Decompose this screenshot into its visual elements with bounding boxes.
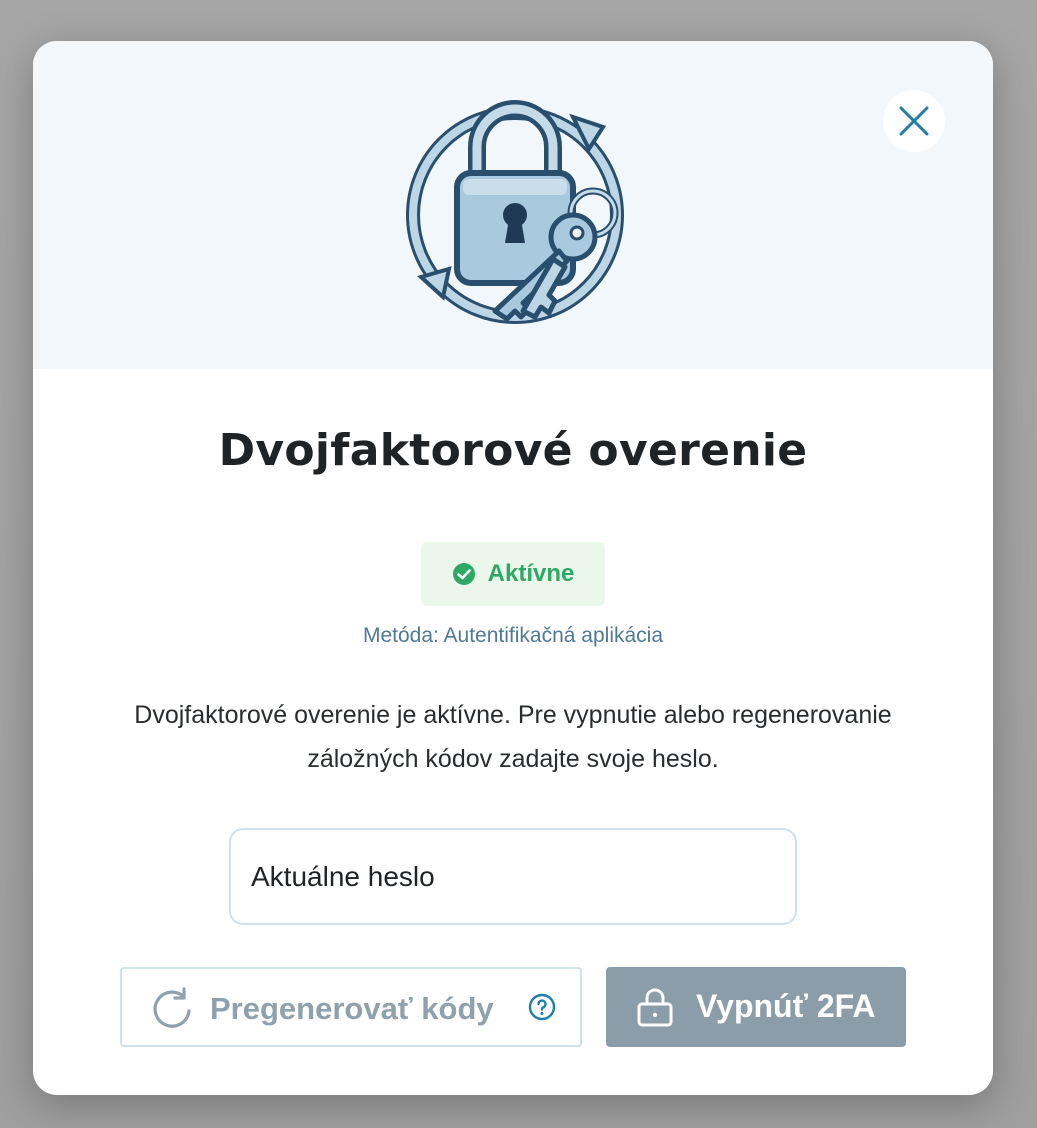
regenerate-codes-button[interactable]: Pregenerovať kódy xyxy=(120,967,582,1047)
dialog-title: Dvojfaktorové overenie xyxy=(218,425,808,476)
lock-icon xyxy=(637,988,673,1027)
dialog-description: Dvojfaktorové overenie je aktívne. Pre v… xyxy=(134,701,892,773)
regenerate-codes-label: Pregenerovať kódy xyxy=(210,991,494,1026)
help-icon[interactable] xyxy=(528,993,556,1021)
close-button[interactable] xyxy=(883,90,945,152)
password-input[interactable] xyxy=(229,828,797,925)
status-badge: Aktívne xyxy=(421,542,605,606)
refresh-icon xyxy=(153,987,191,1028)
method-label: Metóda: Autentifikačná aplikácia xyxy=(362,624,664,647)
disable-2fa-label: Vypnúť 2FA xyxy=(696,988,876,1024)
close-icon xyxy=(899,106,929,136)
two-factor-dialog: Dvojfaktorové overenie Aktívne Metóda: A… xyxy=(33,41,993,1095)
disable-2fa-button[interactable]: Vypnúť 2FA xyxy=(606,967,906,1047)
dialog-hero xyxy=(33,41,993,369)
check-circle-icon xyxy=(452,563,475,585)
status-label: Aktívne xyxy=(487,560,575,587)
padlock-keys-icon xyxy=(406,100,624,324)
